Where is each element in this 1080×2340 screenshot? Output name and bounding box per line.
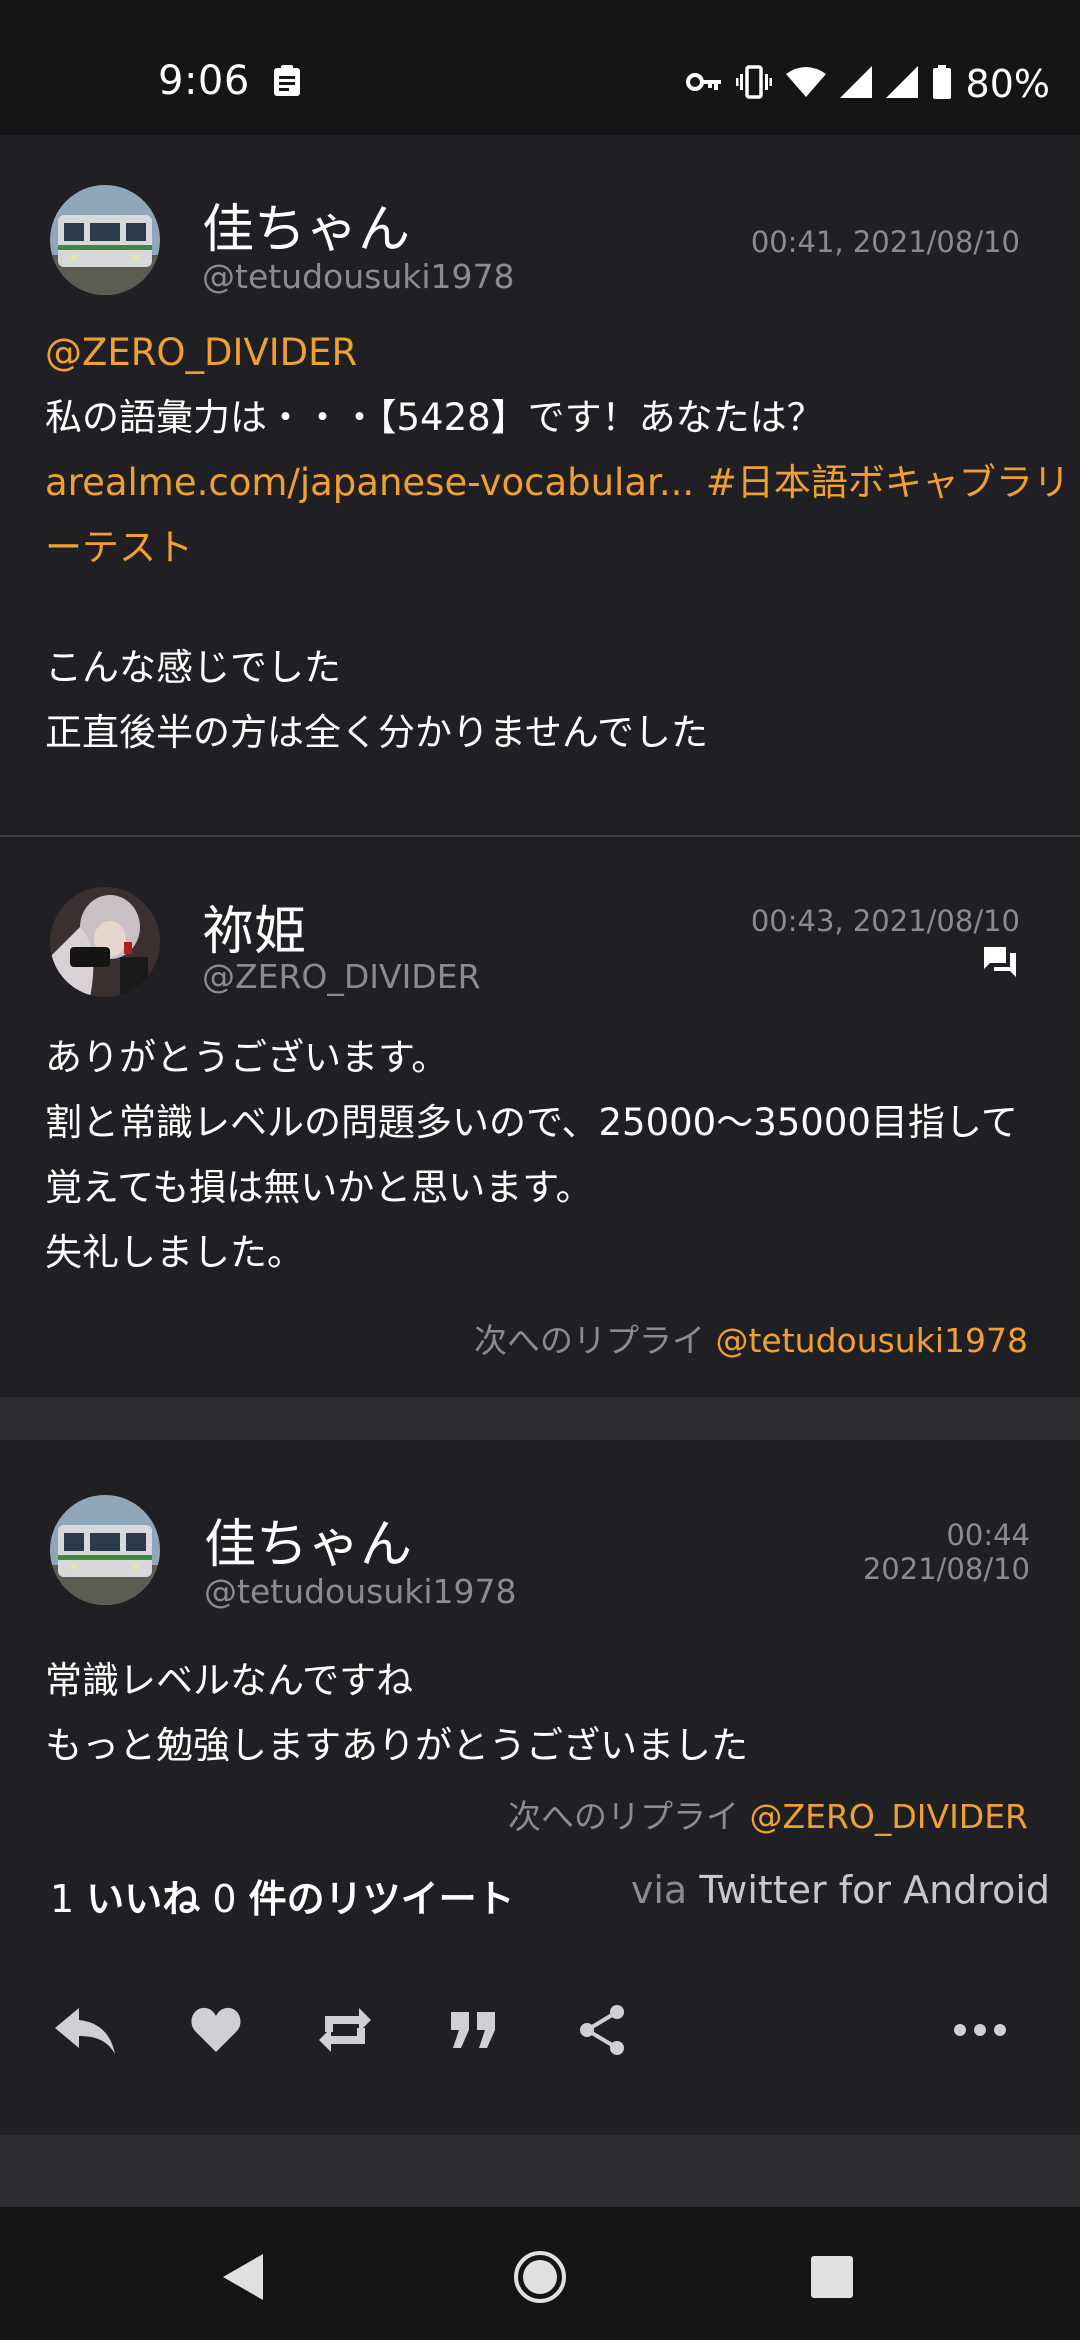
reply-prefix: 次へのリプライ [507, 1797, 739, 1836]
likes-label[interactable]: いいね [86, 1877, 200, 1921]
tweet-text-line: こんな感じでした [45, 646, 341, 689]
vibrate-icon [735, 65, 772, 103]
tweet-text-line: ありがとうございます。 [45, 1036, 449, 1079]
retweets-count: 0 [212, 1877, 237, 1921]
tweet-time: 00:43, 2021/08/10 [750, 904, 1020, 938]
signal-icon [839, 66, 872, 102]
battery-percent: 80% [965, 62, 1050, 106]
tweet-text-line: 覚えても損は無いかと思います。 [45, 1166, 593, 1209]
user-name: 祢姫 [202, 902, 307, 962]
signal-icon [885, 66, 918, 102]
more-icon[interactable] [940, 1990, 1020, 2070]
tweet-text-line: もっと勉強しますありがとうございました [45, 1724, 748, 1767]
tweet-text-line: 失礼しました。 [45, 1231, 304, 1274]
vpn-key-icon [685, 70, 722, 98]
avatar[interactable] [50, 887, 160, 997]
reply-handle-link[interactable]: @tetudousuki1978 [715, 1321, 1028, 1360]
tweet-text-line: 割と常識レベルの問題多いので、25000〜35000目指して [45, 1101, 1018, 1144]
retweet-icon[interactable] [305, 1990, 385, 2070]
battery-icon [932, 65, 952, 103]
hashtag-link[interactable]: #日本語ボキャブラリ [706, 461, 1070, 504]
status-time: 9:06 [158, 58, 250, 104]
retweets-label[interactable]: 件のリツイート [249, 1877, 515, 1921]
navigation-bar [0, 2207, 1080, 2340]
clipboard-icon [272, 64, 302, 98]
back-icon[interactable] [204, 2242, 284, 2312]
reply-handle-link[interactable]: @ZERO_DIVIDER [749, 1797, 1028, 1836]
mention-link[interactable]: @ZERO_DIVIDER [45, 320, 1070, 385]
user-name: 佳ちゃん [204, 1515, 413, 1575]
url-link[interactable]: arealme.com/japanese-vocabular... [45, 461, 694, 504]
avatar[interactable] [50, 1495, 160, 1605]
like-icon[interactable] [176, 1990, 256, 2070]
status-icons: 80% [685, 62, 1050, 106]
section-gap [0, 1397, 1080, 1440]
conversation-icon[interactable] [982, 945, 1018, 983]
via-client: via Twitter for Android [631, 1868, 1050, 1912]
user-name: 佳ちゃん [202, 200, 411, 260]
tweet-text-line: 私の語彙力は・・・【5428】です！あなたは？ [45, 396, 824, 439]
tweet-text-line: 常識レベルなんですね [45, 1659, 414, 1702]
recents-icon[interactable] [792, 2242, 872, 2312]
tweet-card-focused[interactable]: 佳ちゃん @tetudousuki1978 00:44 2021/08/10 常… [0, 1440, 1080, 2135]
reply-to-line: 次へのリプライ @ZERO_DIVIDER [508, 1790, 1028, 1838]
engagement-stats: 1 いいね 0 件のリツイート [50, 1868, 515, 1923]
reply-icon[interactable] [45, 1990, 125, 2070]
home-icon[interactable] [500, 2242, 580, 2312]
wifi-icon [785, 66, 826, 102]
tweet-time: 00:41, 2021/08/10 [750, 225, 1020, 259]
tweet-card[interactable]: 祢姫 @ZERO_DIVIDER 00:43, 2021/08/10 ありがとう… [0, 837, 1080, 1397]
reply-to-line: 次へのリプライ @tetudousuki1978 [474, 1314, 1028, 1362]
user-handle[interactable]: @tetudousuki1978 [204, 1572, 517, 1611]
via-prefix: via [630, 1868, 688, 1912]
hashtag-link-continued[interactable]: ーテスト [45, 515, 1070, 580]
avatar[interactable] [50, 185, 160, 295]
via-app-name: Twitter for Android [699, 1868, 1050, 1912]
tweet-text-line: 正直後半の方は全く分かりませんでした [45, 711, 709, 754]
status-bar: 9:06 80% [0, 0, 1080, 135]
user-handle[interactable]: @ZERO_DIVIDER [202, 957, 481, 996]
share-icon[interactable] [562, 1990, 642, 2070]
tweet-time-clock: 00:44 [946, 1518, 1030, 1552]
tweet-time-date: 2021/08/10 [862, 1552, 1030, 1586]
tweet-card[interactable]: 佳ちゃん @tetudousuki1978 00:41, 2021/08/10 … [0, 135, 1080, 835]
user-handle[interactable]: @tetudousuki1978 [202, 257, 515, 296]
likes-count: 1 [50, 1877, 75, 1921]
quote-icon[interactable] [434, 1990, 514, 2070]
section-gap [0, 2135, 1080, 2207]
reply-prefix: 次へのリプライ [473, 1321, 705, 1360]
